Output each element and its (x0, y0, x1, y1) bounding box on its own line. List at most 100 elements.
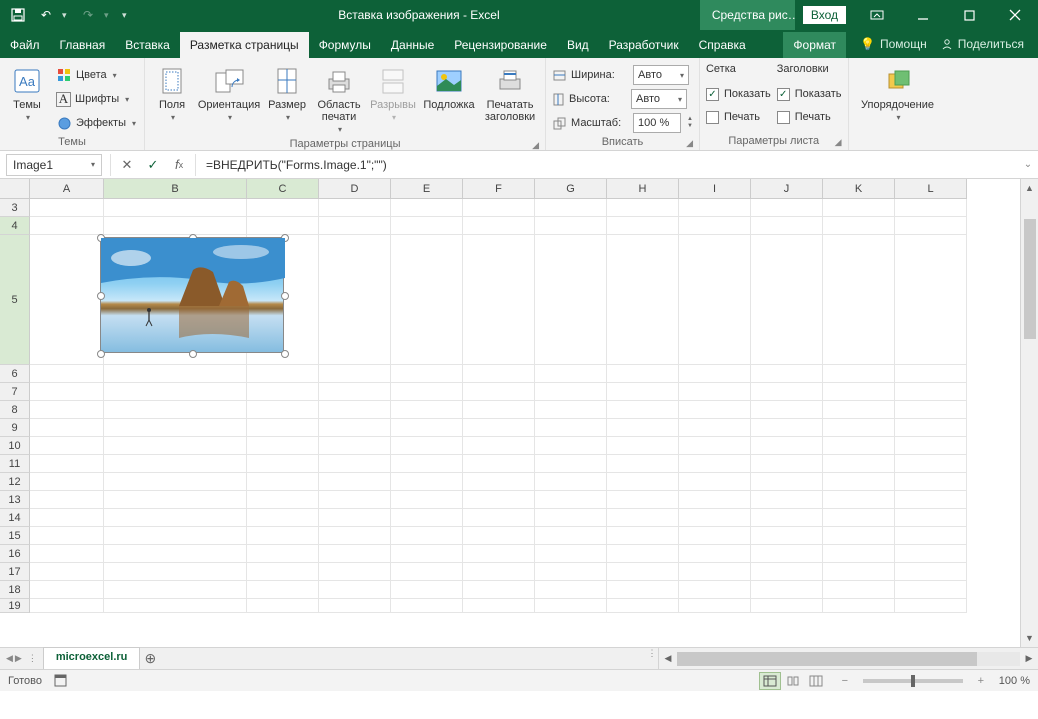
cell-A16[interactable] (30, 545, 104, 563)
cell-J3[interactable] (751, 199, 823, 217)
cell-F17[interactable] (463, 563, 535, 581)
sheet-tab-active[interactable]: microexcel.ru (43, 647, 141, 669)
cell-K19[interactable] (823, 599, 895, 613)
cell-G14[interactable] (535, 509, 607, 527)
cell-F5[interactable] (463, 235, 535, 365)
cell-C6[interactable] (247, 365, 319, 383)
cell-F12[interactable] (463, 473, 535, 491)
height-input[interactable]: Авто▾ (631, 89, 687, 109)
cell-D13[interactable] (319, 491, 391, 509)
cell-G16[interactable] (535, 545, 607, 563)
cell-J8[interactable] (751, 401, 823, 419)
fonts-button[interactable]: AШрифты▾ (54, 88, 138, 110)
cell-D7[interactable] (319, 383, 391, 401)
enter-formula-button[interactable]: ✓ (141, 154, 165, 176)
cell-A15[interactable] (30, 527, 104, 545)
cell-B10[interactable] (104, 437, 247, 455)
ribbon-display-options[interactable] (854, 0, 900, 30)
scroll-up-arrow[interactable]: ▲ (1021, 179, 1038, 197)
cell-L3[interactable] (895, 199, 967, 217)
cell-J7[interactable] (751, 383, 823, 401)
column-header-E[interactable]: E (391, 179, 463, 199)
normal-view-button[interactable] (759, 672, 781, 690)
cell-I3[interactable] (679, 199, 751, 217)
cell-B15[interactable] (104, 527, 247, 545)
cell-C10[interactable] (247, 437, 319, 455)
embedded-image[interactable] (100, 237, 284, 353)
page-break-view-button[interactable] (805, 672, 827, 690)
cell-H14[interactable] (607, 509, 679, 527)
cell-E19[interactable] (391, 599, 463, 613)
sign-in-button[interactable]: Вход (803, 6, 846, 24)
cell-F8[interactable] (463, 401, 535, 419)
margins-button[interactable]: Поля▾ (151, 61, 193, 124)
print-titles-button[interactable]: Печатать заголовки (481, 61, 539, 123)
cell-D17[interactable] (319, 563, 391, 581)
row-header-18[interactable]: 18 (0, 581, 30, 599)
cell-I10[interactable] (679, 437, 751, 455)
cell-K11[interactable] (823, 455, 895, 473)
cell-C19[interactable] (247, 599, 319, 613)
zoom-out-button[interactable]: − (839, 675, 851, 687)
cell-E6[interactable] (391, 365, 463, 383)
cell-L12[interactable] (895, 473, 967, 491)
cell-I12[interactable] (679, 473, 751, 491)
cell-E14[interactable] (391, 509, 463, 527)
row-header-15[interactable]: 15 (0, 527, 30, 545)
row-header-6[interactable]: 6 (0, 365, 30, 383)
cell-F6[interactable] (463, 365, 535, 383)
undo-dropdown[interactable]: ▾ (62, 10, 72, 21)
cell-C7[interactable] (247, 383, 319, 401)
headings-view-checkbox[interactable]: ✓Показать (777, 84, 842, 104)
cell-F3[interactable] (463, 199, 535, 217)
cell-B18[interactable] (104, 581, 247, 599)
row-header-5[interactable]: 5 (0, 235, 30, 365)
cell-I5[interactable] (679, 235, 751, 365)
cell-A8[interactable] (30, 401, 104, 419)
fit-launcher[interactable]: ◢ (686, 138, 693, 149)
cell-H12[interactable] (607, 473, 679, 491)
cell-E8[interactable] (391, 401, 463, 419)
cell-L17[interactable] (895, 563, 967, 581)
cell-H15[interactable] (607, 527, 679, 545)
cell-B6[interactable] (104, 365, 247, 383)
redo-dropdown[interactable]: ▾ (104, 10, 114, 21)
column-header-B[interactable]: B (104, 179, 247, 199)
new-sheet-button[interactable]: ⊕ (140, 648, 160, 669)
cell-H16[interactable] (607, 545, 679, 563)
cell-A10[interactable] (30, 437, 104, 455)
cell-C12[interactable] (247, 473, 319, 491)
cell-I4[interactable] (679, 217, 751, 235)
cell-H8[interactable] (607, 401, 679, 419)
cell-F4[interactable] (463, 217, 535, 235)
cell-J14[interactable] (751, 509, 823, 527)
cell-E15[interactable] (391, 527, 463, 545)
row-header-3[interactable]: 3 (0, 199, 30, 217)
cell-E9[interactable] (391, 419, 463, 437)
cancel-formula-button[interactable]: ✕ (115, 154, 139, 176)
cell-F11[interactable] (463, 455, 535, 473)
cell-K17[interactable] (823, 563, 895, 581)
cell-B14[interactable] (104, 509, 247, 527)
tab-help[interactable]: Справка (689, 32, 756, 58)
cell-A12[interactable] (30, 473, 104, 491)
row-header-4[interactable]: 4 (0, 217, 30, 235)
cell-H10[interactable] (607, 437, 679, 455)
cell-G19[interactable] (535, 599, 607, 613)
scroll-left-arrow[interactable]: ◀ (659, 653, 677, 664)
scale-spinner[interactable]: ▲▼ (687, 116, 693, 130)
cell-A17[interactable] (30, 563, 104, 581)
row-header-16[interactable]: 16 (0, 545, 30, 563)
cell-L14[interactable] (895, 509, 967, 527)
cell-K18[interactable] (823, 581, 895, 599)
cell-F13[interactable] (463, 491, 535, 509)
qat-customize[interactable]: ▾ (122, 10, 132, 21)
cell-H7[interactable] (607, 383, 679, 401)
macro-record-icon[interactable] (54, 674, 67, 687)
cell-K12[interactable] (823, 473, 895, 491)
cell-K4[interactable] (823, 217, 895, 235)
tab-developer[interactable]: Разработчик (599, 32, 689, 58)
maximize-button[interactable] (946, 0, 992, 30)
formula-input[interactable]: =ВНЕДРИТЬ("Forms.Image.1";"") (200, 154, 1018, 176)
row-header-14[interactable]: 14 (0, 509, 30, 527)
